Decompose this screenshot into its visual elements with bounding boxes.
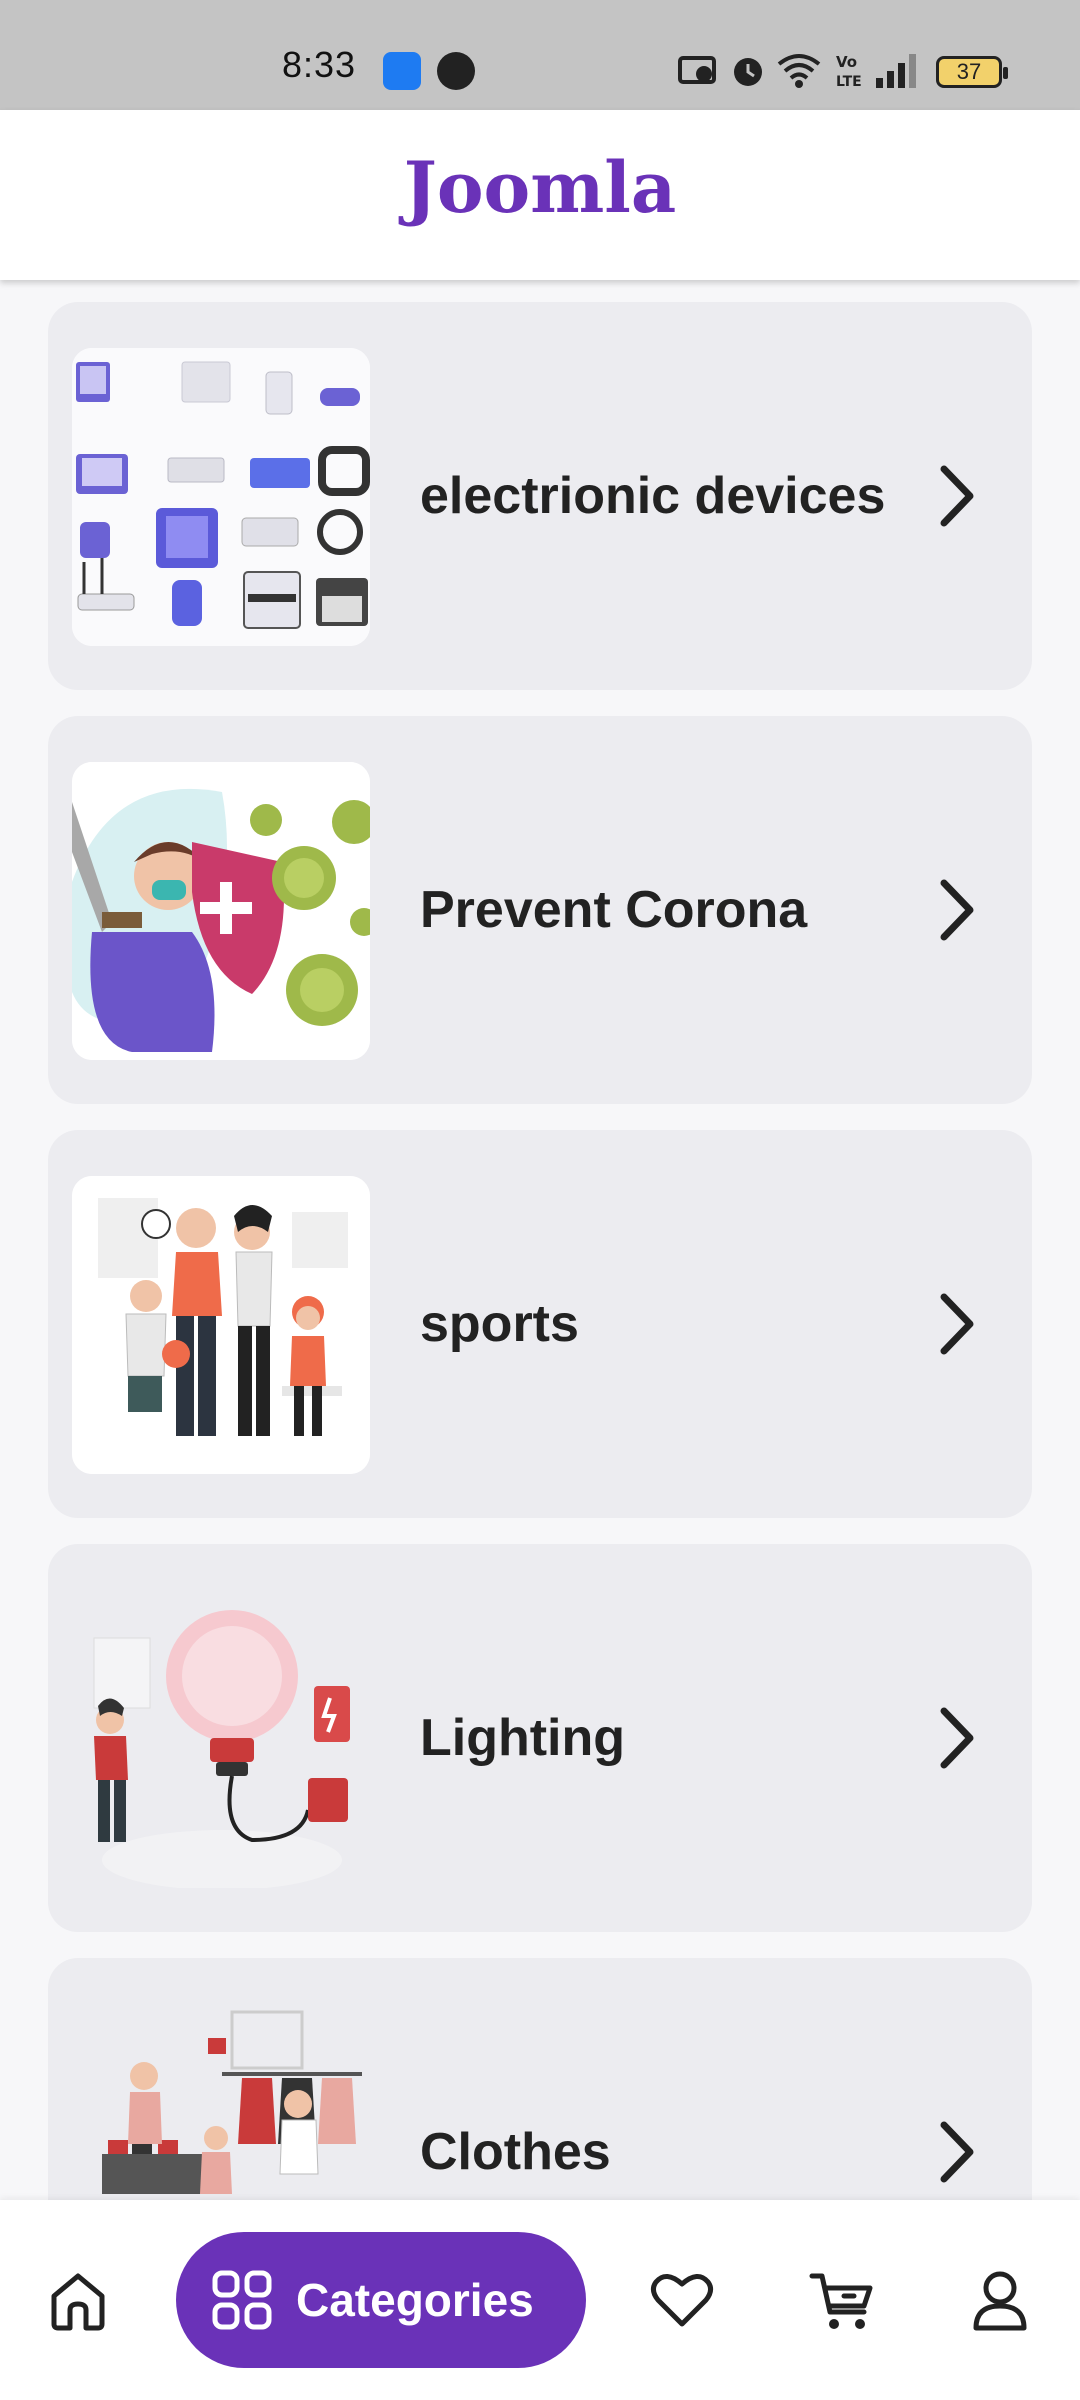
heart-icon[interactable] bbox=[648, 2266, 716, 2334]
category-label: electrionic devices bbox=[420, 467, 886, 525]
home-icon[interactable] bbox=[44, 2266, 112, 2334]
chevron-right-icon bbox=[940, 2121, 974, 2183]
category-list[interactable]: electrionic devices Prevent Corona sport… bbox=[0, 280, 1080, 2200]
chevron-right-icon bbox=[940, 1707, 974, 1769]
category-card-clothes[interactable]: Clothes bbox=[48, 1958, 1032, 2200]
category-card-lighting[interactable]: Lighting bbox=[48, 1544, 1032, 1932]
light-bulb-illustration bbox=[72, 1590, 370, 1888]
category-label: sports bbox=[420, 1295, 579, 1353]
cast-icon bbox=[678, 56, 716, 84]
signal-icon bbox=[876, 54, 916, 88]
chevron-right-icon bbox=[940, 1293, 974, 1355]
app-notification-icon bbox=[383, 52, 421, 90]
electronics-illustration bbox=[72, 348, 370, 646]
app-notification-icon bbox=[437, 52, 475, 90]
battery-icon: 37 bbox=[936, 56, 1008, 88]
svg-text:LTE: LTE bbox=[836, 74, 862, 90]
svg-text:Vo: Vo bbox=[836, 53, 857, 71]
category-card-prevent-corona[interactable]: Prevent Corona bbox=[48, 716, 1032, 1104]
wifi-icon bbox=[777, 54, 821, 88]
chevron-right-icon bbox=[940, 879, 974, 941]
category-label: Clothes bbox=[420, 2123, 611, 2181]
category-label: Lighting bbox=[420, 1709, 626, 1767]
alarm-icon bbox=[734, 58, 762, 86]
category-card-sports[interactable]: sports bbox=[48, 1130, 1032, 1518]
status-bar: 8:33 Vo LTE 37 bbox=[0, 0, 1080, 110]
categories-tab-label: Categories bbox=[296, 2274, 534, 2326]
volte-icon: Vo LTE bbox=[836, 53, 862, 90]
chevron-right-icon bbox=[940, 465, 974, 527]
clothing-store-illustration bbox=[72, 2004, 370, 2200]
virus-shield-illustration bbox=[72, 762, 370, 1060]
category-label: Prevent Corona bbox=[420, 881, 808, 939]
categories-icon bbox=[212, 2270, 272, 2330]
categories-tab[interactable]: Categories bbox=[176, 2232, 586, 2368]
family-sports-illustration bbox=[72, 1176, 370, 1474]
app-header: Joomla bbox=[0, 110, 1080, 280]
category-card-electronic-devices[interactable]: electrionic devices bbox=[48, 302, 1032, 690]
bottom-nav: Categories bbox=[0, 2200, 1080, 2400]
status-time: 8:33 bbox=[282, 44, 357, 85]
profile-icon[interactable] bbox=[966, 2266, 1034, 2334]
cart-icon[interactable] bbox=[808, 2266, 876, 2334]
page-title: Joomla bbox=[403, 146, 677, 229]
